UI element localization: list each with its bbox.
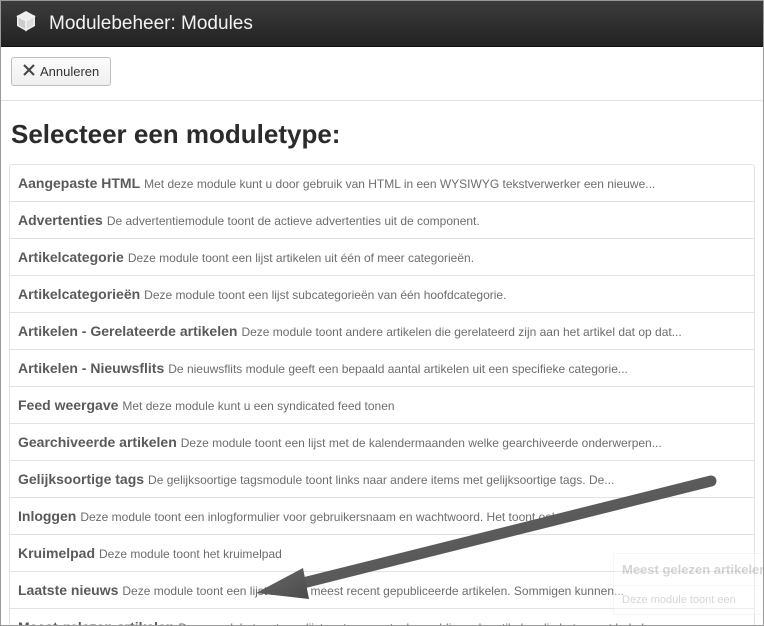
module-desc: Deze module toont een lijst met de meest… bbox=[122, 584, 624, 598]
module-name: Gelijksoortige tags bbox=[18, 471, 144, 487]
module-desc: Deze module toont een lijst met de kalen… bbox=[181, 436, 662, 450]
module-desc: Deze module toont een lijst subcategorie… bbox=[144, 288, 506, 302]
page-title: Modulebeheer: Modules bbox=[49, 13, 253, 35]
module-desc: De gelijksoortige tagsmodule toont links… bbox=[148, 473, 614, 487]
module-row[interactable]: Aangepaste HTML Met deze module kunt u do… bbox=[10, 165, 754, 202]
module-desc: Deze module toont een inlogformulier voo… bbox=[80, 510, 568, 524]
module-desc: Deze module toont een lijst artikelen ui… bbox=[128, 251, 474, 265]
module-desc: De advertentiemodule toont de actieve ad… bbox=[107, 214, 480, 228]
module-name: Aangepaste HTML bbox=[18, 175, 140, 191]
header-bar: Modulebeheer: Modules bbox=[1, 1, 763, 47]
module-desc: Deze module toont het kruimelpad bbox=[99, 547, 282, 561]
module-name: Laatste nieuws bbox=[18, 582, 118, 598]
module-row[interactable]: Kruimelpad Deze module toont het kruimelp… bbox=[10, 535, 754, 572]
module-row[interactable]: Artikelen - Gerelateerde artikelen Deze m… bbox=[10, 313, 754, 350]
module-name: Meest gelezen artikelen bbox=[18, 619, 174, 626]
module-row[interactable]: Gearchiveerde artikelen Deze module toont… bbox=[10, 424, 754, 461]
module-name: Artikelcategorie bbox=[18, 249, 124, 265]
module-desc: Deze module toont andere artikelen die g… bbox=[241, 325, 681, 339]
cube-icon bbox=[15, 10, 37, 37]
module-row[interactable]: Laatste nieuws Deze module toont een lijs… bbox=[10, 572, 754, 609]
module-row[interactable]: Meest gelezen artikelen Deze module toont… bbox=[10, 609, 754, 626]
module-desc: Deze module toont een lijst met momentee… bbox=[178, 621, 670, 626]
module-row[interactable]: Inloggen Deze module toont een inlogformu… bbox=[10, 498, 754, 535]
module-row[interactable]: Artikelen - Nieuwsflits De nieuwsflits mo… bbox=[10, 350, 754, 387]
cancel-button[interactable]: Annuleren bbox=[11, 57, 111, 86]
module-row[interactable]: Advertenties De advertentiemodule toont d… bbox=[10, 202, 754, 239]
module-type-list: Aangepaste HTML Met deze module kunt u do… bbox=[9, 164, 755, 626]
module-desc: Met deze module kunt u een syndicated fe… bbox=[122, 399, 394, 413]
content-area: Selecteer een moduletype: Aangepaste HTM… bbox=[1, 101, 763, 626]
cancel-button-label: Annuleren bbox=[40, 64, 99, 79]
module-name: Inloggen bbox=[18, 508, 76, 524]
module-row[interactable]: Artikelcategorie Deze module toont een li… bbox=[10, 239, 754, 276]
page-heading: Selecteer een moduletype: bbox=[11, 119, 753, 150]
module-row[interactable]: Gelijksoortige tags De gelijksoortige tag… bbox=[10, 461, 754, 498]
module-row[interactable]: Feed weergave Met deze module kunt u een … bbox=[10, 387, 754, 424]
module-name: Feed weergave bbox=[18, 397, 118, 413]
toolbar: Annuleren bbox=[1, 47, 763, 101]
module-name: Kruimelpad bbox=[18, 545, 95, 561]
module-name: Gearchiveerde artikelen bbox=[18, 434, 177, 450]
module-name: Artikelen - Gerelateerde artikelen bbox=[18, 323, 237, 339]
module-name: Artikelcategorieën bbox=[18, 286, 140, 302]
close-icon bbox=[23, 64, 35, 79]
module-name: Artikelen - Nieuwsflits bbox=[18, 360, 164, 376]
module-desc: Met deze module kunt u door gebruik van … bbox=[144, 177, 655, 191]
module-row[interactable]: Artikelcategorieën Deze module toont een … bbox=[10, 276, 754, 313]
module-desc: De nieuwsflits module geeft een bepaald … bbox=[168, 362, 628, 376]
module-name: Advertenties bbox=[18, 212, 103, 228]
